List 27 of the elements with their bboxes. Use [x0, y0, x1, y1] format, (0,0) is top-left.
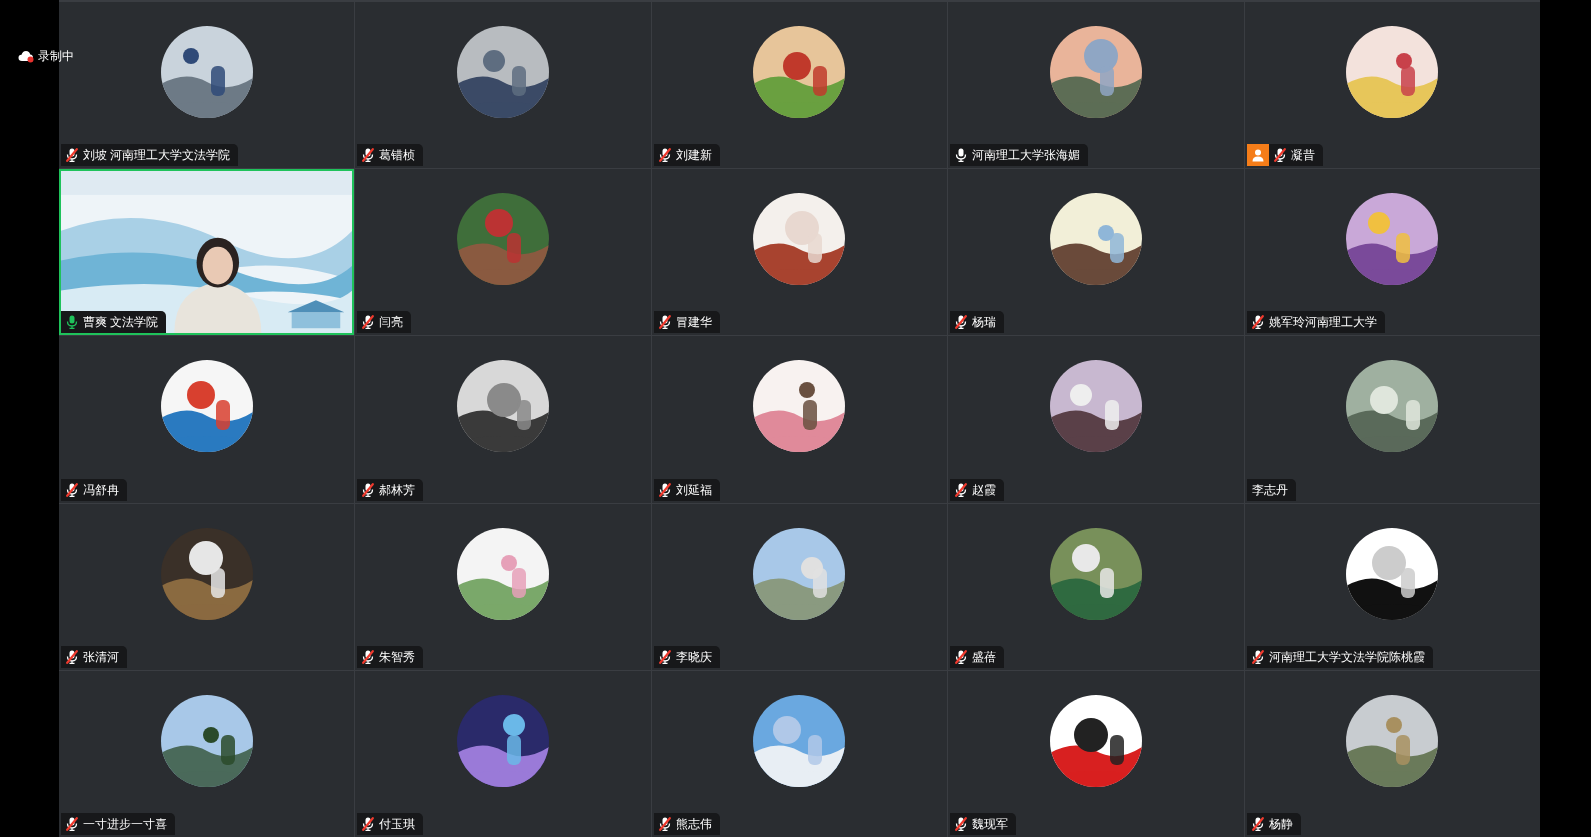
participant-name: 杨瑞: [972, 316, 997, 329]
cloud-icon: [18, 49, 35, 63]
participant-name: 赵霞: [972, 483, 997, 496]
participant-name: 朱智秀: [379, 650, 416, 663]
participant-name: 刘延福: [675, 483, 712, 496]
participant-name: 杨静: [1268, 818, 1293, 830]
participant-name: 闫亮: [379, 316, 404, 329]
participant-name: 付玉琪: [379, 818, 416, 830]
participant-name: 曹爽 文法学院: [83, 316, 159, 329]
participant-name: 河南理工大学文法学院陈桃霞: [1268, 650, 1425, 663]
participant-name: 冯舒冉: [83, 483, 119, 496]
participant-name: 熊志伟: [675, 818, 712, 830]
participant-name: 刘建新: [675, 149, 712, 162]
participant-name: 刘坡 河南理工大学文法学院: [83, 149, 231, 162]
recording-label: 录制中: [38, 48, 74, 65]
participant-name: 一寸进步一寸喜: [83, 818, 167, 830]
participant-name: 葛错桢: [379, 149, 416, 162]
participant-name: 凝昔: [1290, 149, 1315, 162]
participant-name: 张清河: [83, 650, 119, 663]
participant-name: 盛蓓: [972, 650, 997, 663]
participant-name: 冒建华: [675, 316, 712, 329]
participant-name: 魏现军: [972, 818, 1009, 830]
participant-name: 姚军玲河南理工大学: [1268, 316, 1377, 329]
participant-name: 郝林芳: [379, 483, 416, 496]
participant-name: 李志丹: [1251, 483, 1288, 496]
participant-name: 李晓庆: [675, 650, 712, 663]
participant-name: 河南理工大学张海媚: [972, 149, 1081, 162]
